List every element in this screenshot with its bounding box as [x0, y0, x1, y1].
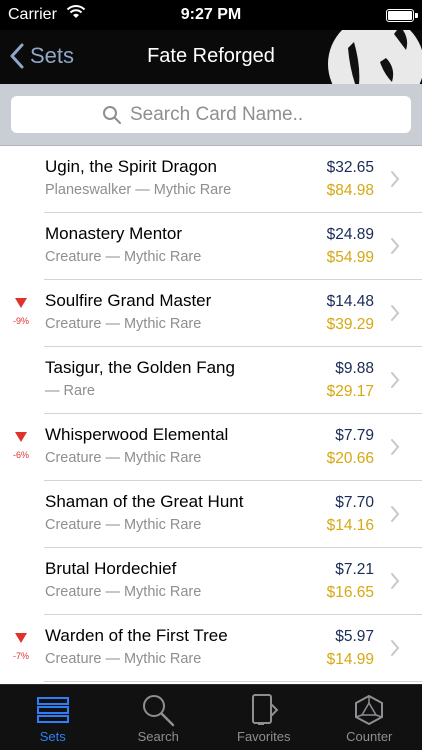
- card-type: Creature — Mythic Rare: [45, 584, 202, 600]
- card-foil-price: $29.17: [326, 383, 374, 400]
- tab-label: Counter: [346, 729, 393, 744]
- card-type: Creature — Mythic Rare: [45, 316, 202, 332]
- card-row-brutal-hordechief[interactable]: Brutal Hordechief Creature — Mythic Rare…: [44, 548, 422, 615]
- status-bar: Carrier 9:27 PM: [0, 0, 422, 30]
- card-price: $5.97: [335, 628, 374, 645]
- trend-percent: -6%: [12, 450, 29, 460]
- card-name: Ugin, the Spirit Dragon: [45, 157, 217, 176]
- chevron-right-icon: [391, 439, 400, 455]
- card-foil-price: $20.66: [326, 450, 374, 467]
- favorites-icon: [249, 693, 279, 727]
- card-list: Ugin, the Spirit Dragon Planeswalker — M…: [0, 146, 422, 684]
- search-field[interactable]: [11, 96, 411, 133]
- tab-sets[interactable]: Sets: [0, 685, 106, 750]
- card-row-soulfire-grand-master[interactable]: -9% Soulfire Grand Master Creature — Myt…: [13, 280, 422, 347]
- tab-label: Sets: [39, 729, 66, 744]
- chevron-right-icon: [391, 573, 400, 589]
- trend-percent: -7%: [12, 651, 29, 661]
- counter-icon: [354, 693, 384, 727]
- card-name: Warden of the First Tree: [45, 626, 228, 645]
- card-foil-price: $39.29: [326, 316, 374, 333]
- sets-icon: [36, 693, 69, 727]
- card-name: Tasigur, the Golden Fang: [45, 358, 235, 377]
- chevron-right-icon: [391, 238, 400, 254]
- card-type: Creature — Mythic Rare: [45, 249, 202, 265]
- clock: 9:27 PM: [180, 6, 242, 23]
- trend-percent: -9%: [12, 316, 29, 326]
- card-price: $24.89: [326, 226, 374, 243]
- price-trend: -9%: [10, 296, 32, 326]
- search-input[interactable]: [130, 103, 320, 126]
- chevron-right-icon: [391, 506, 400, 522]
- tab-favorites[interactable]: Favorites: [211, 685, 317, 750]
- navigation-bar: Sets Fate Reforged: [0, 30, 422, 84]
- tab-counter[interactable]: Counter: [317, 685, 422, 750]
- card-name: Brutal Hordechief: [45, 559, 177, 578]
- card-row-tasigur[interactable]: Tasigur, the Golden Fang — Rare $9.88 $2…: [44, 347, 422, 414]
- card-row-whisperwood-elemental[interactable]: -6% Whisperwood Elemental Creature — Myt…: [13, 414, 422, 481]
- card-price: $32.65: [326, 159, 374, 176]
- card-price: $9.88: [335, 360, 374, 377]
- down-arrow-icon: [15, 633, 27, 643]
- card-foil-price: $84.98: [326, 182, 374, 199]
- chevron-right-icon: [391, 305, 400, 321]
- card-type: Creature — Mythic Rare: [45, 517, 202, 533]
- chevron-right-icon: [391, 372, 400, 388]
- tab-label: Favorites: [237, 729, 291, 744]
- card-foil-price: $54.99: [326, 249, 374, 266]
- card-row-monastery-mentor[interactable]: Monastery Mentor Creature — Mythic Rare …: [44, 213, 422, 280]
- tab-search[interactable]: Search: [106, 685, 212, 750]
- set-symbol-icon: [328, 30, 422, 84]
- card-name: Shaman of the Great Hunt: [45, 492, 244, 511]
- search-icon: [141, 693, 175, 727]
- card-type: Creature — Mythic Rare: [45, 651, 202, 667]
- card-price: $7.79: [335, 427, 374, 444]
- card-row-shaman-of-the-great-hunt[interactable]: Shaman of the Great Hunt Creature — Myth…: [44, 481, 422, 548]
- card-type: — Rare: [45, 383, 95, 399]
- card-price: $7.70: [335, 494, 374, 511]
- price-trend: -6%: [10, 430, 32, 460]
- card-foil-price: $14.99: [326, 651, 374, 668]
- card-name: Monastery Mentor: [45, 224, 182, 243]
- chevron-right-icon: [391, 640, 400, 656]
- magnifier-icon: [102, 105, 122, 125]
- card-name: Soulfire Grand Master: [45, 291, 212, 310]
- down-arrow-icon: [15, 298, 27, 308]
- card-foil-price: $14.16: [326, 517, 374, 534]
- battery-icon: [386, 9, 418, 22]
- card-type: Creature — Mythic Rare: [45, 450, 202, 466]
- card-price: $14.48: [326, 293, 374, 310]
- search-bar: [0, 84, 422, 146]
- card-foil-price: $16.65: [326, 584, 374, 601]
- chevron-right-icon: [391, 171, 400, 187]
- card-name: Whisperwood Elemental: [45, 425, 229, 444]
- card-price: $7.21: [335, 561, 374, 578]
- tab-label: Search: [137, 729, 179, 744]
- price-trend: -7%: [10, 631, 32, 661]
- card-row-ugin[interactable]: Ugin, the Spirit Dragon Planeswalker — M…: [44, 146, 422, 213]
- down-arrow-icon: [15, 432, 27, 442]
- tab-bar: Sets Search Favorites Counter: [0, 684, 422, 750]
- card-row-warden-of-the-first-tree[interactable]: -7% Warden of the First Tree Creature — …: [13, 615, 422, 682]
- card-type: Planeswalker — Mythic Rare: [45, 182, 232, 198]
